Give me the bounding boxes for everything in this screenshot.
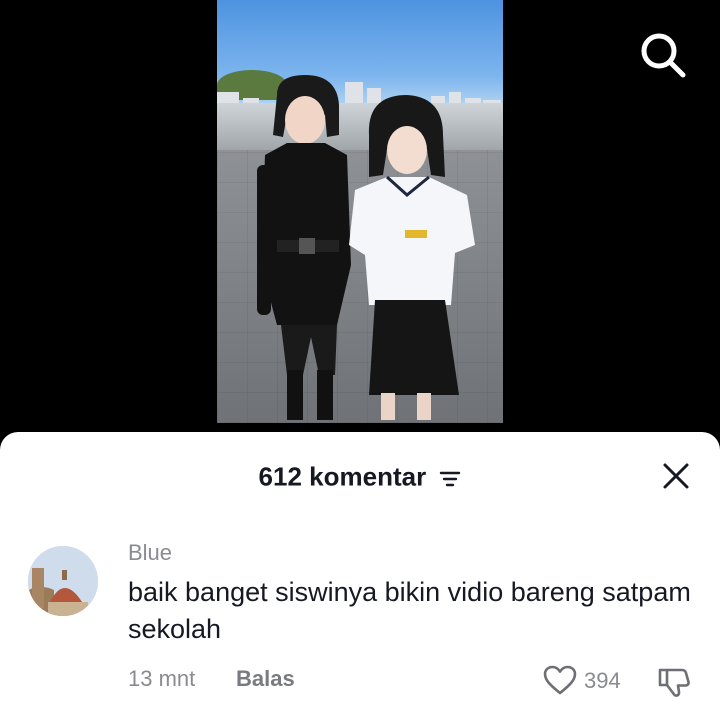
search-button[interactable] <box>637 29 689 81</box>
close-comments-button[interactable] <box>660 460 692 492</box>
comment-text: baik banget siswinya bikin vidio bareng … <box>128 577 691 644</box>
heart-outline-icon <box>543 665 577 695</box>
reply-button[interactable]: Balas <box>236 666 295 692</box>
close-x-icon <box>663 463 689 489</box>
like-button[interactable] <box>542 664 578 696</box>
commenter-avatar[interactable] <box>28 546 98 616</box>
dislike-button[interactable] <box>656 664 692 700</box>
person-in-school-uniform <box>349 95 475 420</box>
video-frame[interactable] <box>217 0 503 423</box>
sort-lines-icon[interactable] <box>439 466 461 488</box>
commenter-username[interactable]: Blue <box>128 540 172 566</box>
thumbs-down-icon <box>658 668 690 697</box>
like-count: 394 <box>584 668 621 693</box>
search-icon <box>641 33 686 78</box>
comment-count-label: 612 komentar <box>258 461 427 492</box>
avatar-image <box>28 546 98 616</box>
video-player[interactable] <box>0 0 720 450</box>
comment-timestamp: 13 mnt <box>128 666 196 691</box>
comments-sheet: 612 komentar Blue baik banget siswinya b… <box>0 432 720 706</box>
comments-header: 612 komentar <box>0 460 720 493</box>
